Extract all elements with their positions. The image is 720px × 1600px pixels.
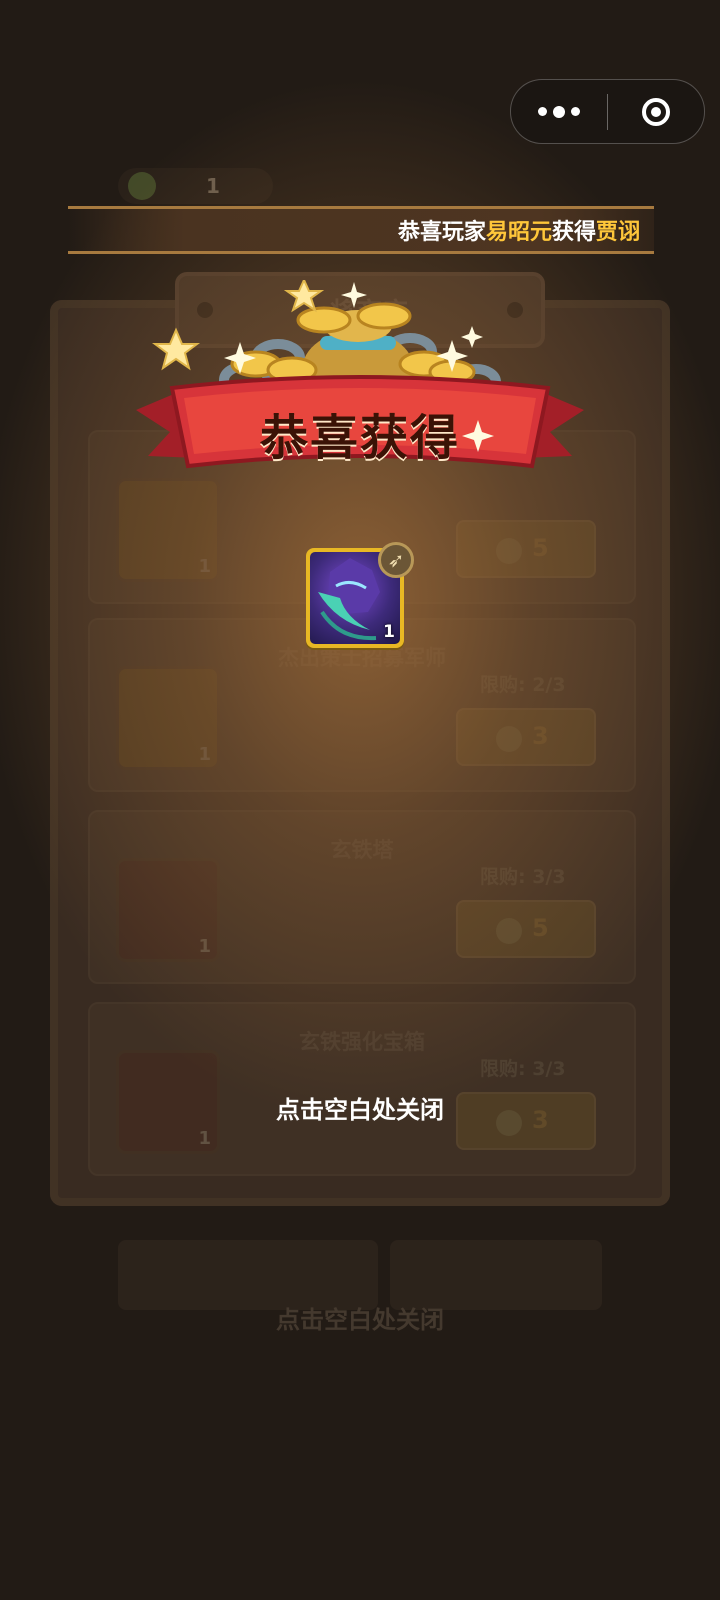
close-hint: 点击空白处关闭 [276, 1096, 444, 1124]
miniprogram-capsule [510, 79, 705, 144]
reward-qty: 1 [383, 622, 395, 642]
more-icon[interactable] [511, 80, 607, 143]
popup-title: 恭喜获得 [259, 410, 460, 466]
bow-icon: ➶ [378, 542, 414, 578]
broadcast-bar: 恭喜玩家 易昭元 获得 贾诩 [68, 206, 654, 254]
broadcast-player: 易昭元 [485, 220, 552, 245]
broadcast-prefix: 恭喜玩家 [397, 220, 486, 245]
broadcast-reward: 贾诩 [595, 220, 640, 245]
close-miniprogram-icon[interactable] [608, 80, 704, 143]
broadcast-middle: 获得 [551, 220, 596, 245]
